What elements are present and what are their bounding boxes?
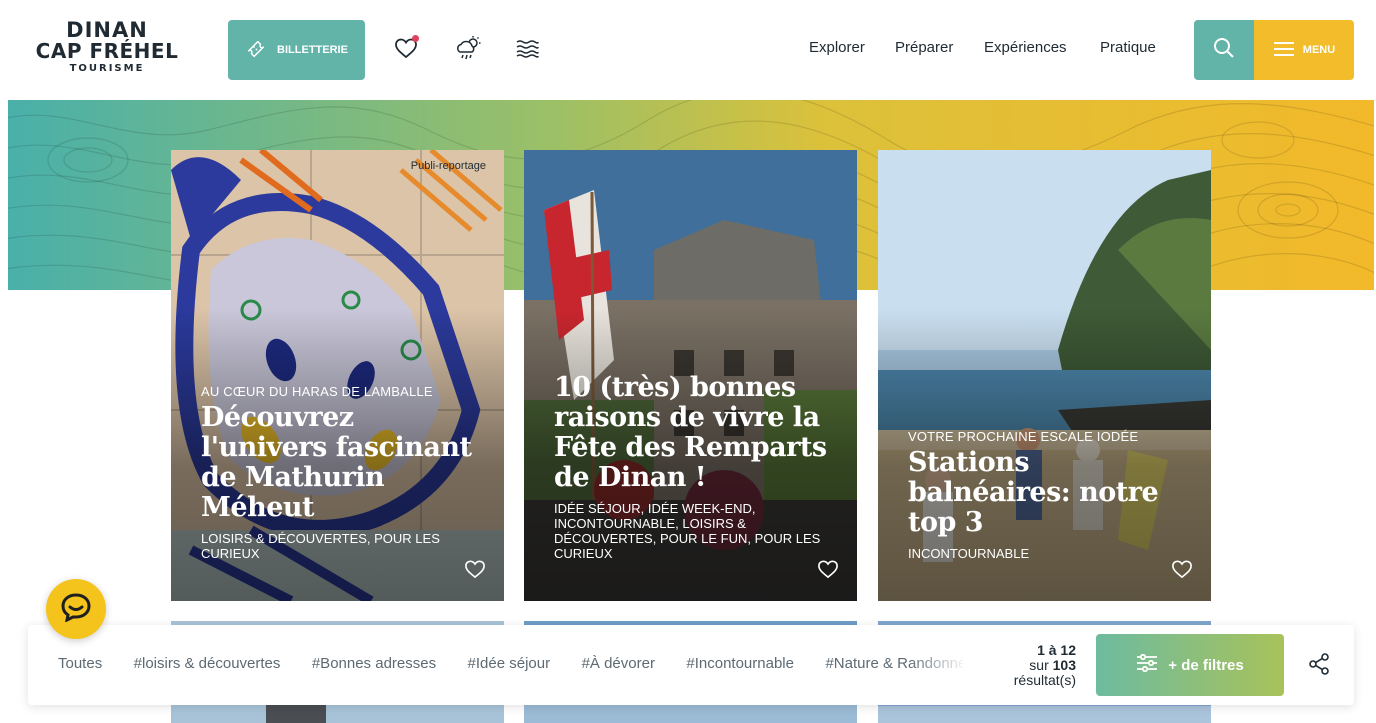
add-to-favorites-heart-icon[interactable] xyxy=(1171,559,1193,581)
favorites-indicator-dot xyxy=(412,35,419,42)
card-title[interactable]: Stations balnéaires: notre top 3 xyxy=(908,448,1181,538)
card-tags: INCONTOURNABLE xyxy=(908,546,1030,561)
article-card-meheut[interactable]: Publi-reportage AU CŒUR DU HARAS DE LAMB… xyxy=(171,150,504,601)
logo-line-1: DINAN xyxy=(66,18,148,42)
weather-button[interactable] xyxy=(454,35,482,66)
card-kicker: AU CŒUR DU HARAS DE LAMBALLE xyxy=(201,384,433,399)
filter-toutes[interactable]: Toutes xyxy=(58,655,102,672)
results-of-label: sur xyxy=(1029,657,1049,673)
card-tags: IDÉE SÉJOUR, IDÉE WEEK-END, INCONTOURNAB… xyxy=(554,501,821,561)
ticketing-label: BILLETTERIE xyxy=(277,44,348,56)
site-logo[interactable]: DINAN CAP FRÉHEL TOURISME xyxy=(34,20,180,77)
menu-button[interactable]: MENU xyxy=(1254,20,1354,80)
more-filters-label: + de filtres xyxy=(1168,656,1244,674)
nav-preparer[interactable]: Préparer xyxy=(895,39,953,56)
logo-line-2: CAP FRÉHEL xyxy=(35,39,179,63)
card-title[interactable]: 10 (très) bonnes raisons de vivre la Fêt… xyxy=(554,373,827,493)
results-count: 1 à 12 sur 103 résultat(s) xyxy=(1014,643,1076,688)
favorites-button[interactable] xyxy=(392,35,420,64)
card-title[interactable]: Découvrez l'univers fascinant de Mathuri… xyxy=(201,403,474,523)
ticketing-button[interactable]: BILLETTERIE xyxy=(228,20,365,80)
filter-incontournable[interactable]: #Incontournable xyxy=(686,655,794,672)
chat-bubble-icon xyxy=(60,592,92,627)
article-card-fete-remparts[interactable]: 10 (très) bonnes raisons de vivre la Fêt… xyxy=(524,150,857,601)
category-filter-list: Toutes #loisirs & découvertes #Bonnes ad… xyxy=(58,655,963,675)
results-total: 103 xyxy=(1052,657,1076,673)
live-chat-button[interactable] xyxy=(46,579,106,639)
sponsored-badge: Publi-reportage xyxy=(410,160,486,172)
results-range: 1 à 12 xyxy=(1037,642,1076,658)
ticket-icon xyxy=(245,38,267,63)
more-filters-button[interactable]: + de filtres xyxy=(1096,634,1284,696)
filter-list-fade xyxy=(908,649,968,681)
sliders-icon xyxy=(1136,653,1158,676)
filter-bonnes-adresses[interactable]: #Bonnes adresses xyxy=(312,655,436,672)
nav-explorer[interactable]: Explorer xyxy=(809,39,865,56)
site-header: DINAN CAP FRÉHEL TOURISME BILLETTERIE Ex… xyxy=(0,0,1376,100)
menu-label: MENU xyxy=(1302,44,1336,56)
results-suffix: résultat(s) xyxy=(1013,672,1076,688)
waves-icon xyxy=(515,38,539,63)
add-to-favorites-heart-icon[interactable] xyxy=(817,559,839,581)
add-to-favorites-heart-icon[interactable] xyxy=(464,559,486,581)
share-button[interactable] xyxy=(1308,653,1332,677)
filter-a-devorer[interactable]: #À dévorer xyxy=(582,655,655,672)
filter-loisirs-decouvertes[interactable]: #loisirs & découvertes xyxy=(134,655,281,672)
filter-idee-sejour[interactable]: #Idée séjour xyxy=(468,655,551,672)
weather-icon xyxy=(454,35,482,66)
search-icon xyxy=(1213,37,1235,64)
card-tags: LOISIRS & DÉCOUVERTES, POUR LES CURIEUX xyxy=(201,531,440,561)
card-kicker: VOTRE PROCHAINE ESCALE IODÉE xyxy=(908,429,1139,444)
article-card-stations-balneaires[interactable]: VOTRE PROCHAINE ESCALE IODÉE Stations ba… xyxy=(878,150,1211,601)
share-icon xyxy=(1308,653,1330,679)
tides-button[interactable] xyxy=(513,36,541,64)
hamburger-icon xyxy=(1273,41,1295,60)
nav-pratique[interactable]: Pratique xyxy=(1100,39,1156,56)
filter-bar: Toutes #loisirs & découvertes #Bonnes ad… xyxy=(28,625,1354,705)
search-button[interactable] xyxy=(1194,20,1254,80)
nav-experiences[interactable]: Expériences xyxy=(984,39,1067,56)
logo-line-3: TOURISME xyxy=(69,63,145,74)
